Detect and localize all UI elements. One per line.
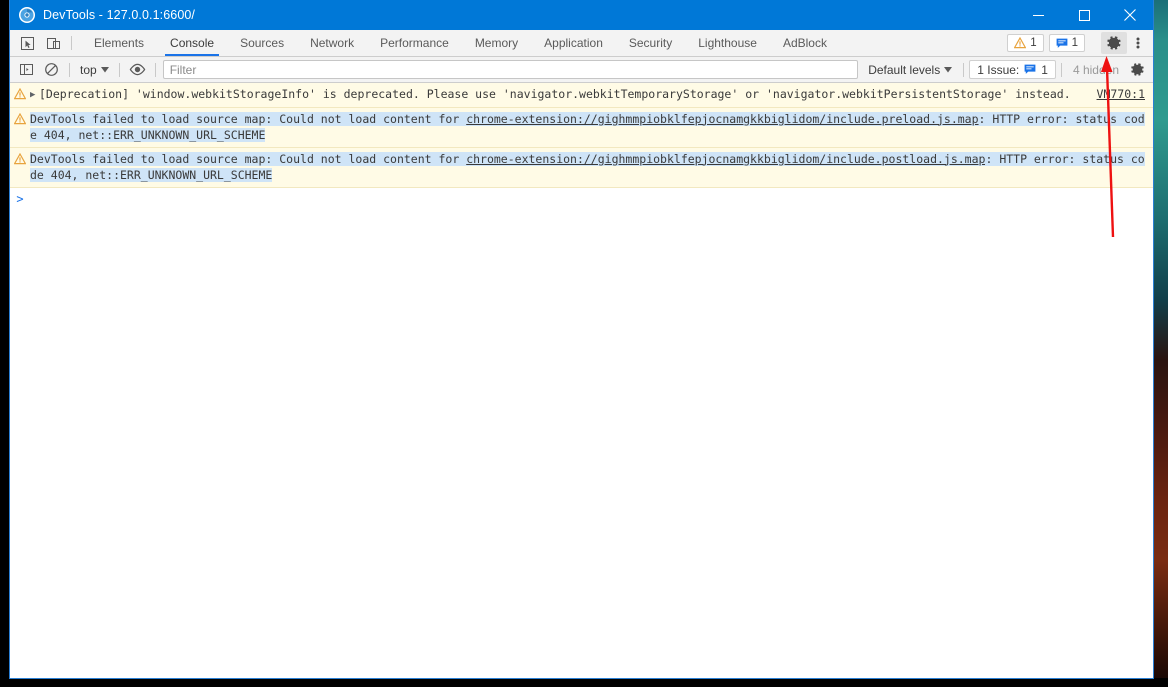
window-titlebar: DevTools - 127.0.0.1:6600/ xyxy=(10,0,1153,30)
window-controls xyxy=(1015,0,1153,30)
tab-security[interactable]: Security xyxy=(616,30,685,56)
message-part-text: DevTools failed to load source map: Coul… xyxy=(30,111,467,126)
tab-lighthouse[interactable]: Lighthouse xyxy=(685,30,770,56)
console-sidebar-icon[interactable] xyxy=(14,59,39,81)
tab-application[interactable]: Application xyxy=(531,30,616,56)
tab-label: Sources xyxy=(240,36,285,50)
chevron-down-icon xyxy=(100,66,109,73)
execution-context-selector[interactable]: top xyxy=(75,60,114,80)
console-prompt-row[interactable]: > xyxy=(10,187,1153,209)
console-filter-input[interactable] xyxy=(162,60,859,79)
message-source-link[interactable]: VM770:1 xyxy=(1097,87,1145,101)
tab-label: Elements xyxy=(94,36,145,50)
devtools-settings-gear-icon[interactable] xyxy=(1101,32,1127,54)
hidden-messages-count: 4 hidden xyxy=(1072,62,1119,77)
execution-context-label: top xyxy=(80,62,97,77)
tabbar-divider xyxy=(71,36,72,50)
live-expression-eye-icon[interactable] xyxy=(125,59,150,81)
close-button[interactable] xyxy=(1107,0,1153,30)
tab-label: Console xyxy=(170,36,215,50)
console-message-row[interactable]: DevTools failed to load source map: Coul… xyxy=(10,147,1153,188)
issues-label: 1 Issue: xyxy=(977,62,1020,77)
console-message-text: ▶ [Deprecation] 'window.webkitStorageInfo… xyxy=(30,86,1153,104)
tabbar-right-controls: 1 1 xyxy=(1007,30,1153,56)
warning-triangle-icon xyxy=(10,86,30,100)
tab-label: Application xyxy=(544,36,603,50)
tab-label: AdBlock xyxy=(782,36,827,50)
tab-list: Elements Console Sources Network Perform… xyxy=(81,30,840,56)
devtools-more-kebab-menu-icon[interactable] xyxy=(1127,32,1149,54)
issues-count: 1 xyxy=(1041,62,1048,77)
console-message-row[interactable]: ▶ [Deprecation] 'window.webkitStorageInfo… xyxy=(10,83,1153,108)
tab-label: Security xyxy=(628,36,673,50)
tab-label: Performance xyxy=(380,36,449,50)
inspect-element-icon[interactable] xyxy=(14,30,40,56)
tab-memory[interactable]: Memory xyxy=(462,30,531,56)
minimize-button[interactable] xyxy=(1015,0,1061,30)
tab-label: Memory xyxy=(474,36,519,50)
warning-triangle-icon xyxy=(10,151,30,165)
message-part-text: [Deprecation] 'window.webkitStorageInfo'… xyxy=(39,87,1071,101)
tab-label: Network xyxy=(310,36,355,50)
console-toolbar-divider-4 xyxy=(963,62,965,77)
devtools-logo-icon xyxy=(19,7,35,23)
device-toolbar-icon[interactable] xyxy=(40,30,66,56)
tab-performance[interactable]: Performance xyxy=(367,30,462,56)
warning-triangle-icon xyxy=(1014,37,1027,49)
window-title: DevTools - 127.0.0.1:6600/ xyxy=(43,8,196,22)
log-levels-selector[interactable]: Default levels xyxy=(862,60,958,80)
tab-console[interactable]: Console xyxy=(157,30,227,56)
message-part-text: DevTools failed to load source map: Coul… xyxy=(30,151,467,166)
message-bubble-icon xyxy=(1056,38,1068,49)
devtools-window: DevTools - 127.0.0.1:6600/ Elements Cons… xyxy=(9,0,1154,679)
tab-adblock[interactable]: AdBlock xyxy=(770,30,840,56)
message-part-link[interactable]: chrome-extension://gighmmpiobklfepjocnam… xyxy=(466,151,986,166)
console-settings-gear-icon[interactable] xyxy=(1125,59,1149,81)
chevron-down-icon xyxy=(944,66,953,73)
console-toolbar-divider-5 xyxy=(1060,62,1062,77)
message-count: 1 xyxy=(1071,37,1078,49)
console-prompt-caret-icon: > xyxy=(16,191,24,206)
console-message-text: DevTools failed to load source map: Coul… xyxy=(30,111,1153,144)
desktop-bottom-edge xyxy=(0,678,1168,687)
message-part-link[interactable]: chrome-extension://gighmmpiobklfepjocnam… xyxy=(466,111,979,126)
warning-count-badge[interactable]: 1 xyxy=(1007,34,1044,52)
expand-triangle-icon[interactable]: ▶ xyxy=(30,87,39,104)
warning-triangle-icon xyxy=(10,111,30,125)
tab-sources[interactable]: Sources xyxy=(227,30,297,56)
warning-count: 1 xyxy=(1030,37,1037,49)
console-message-row[interactable]: DevTools failed to load source map: Coul… xyxy=(10,107,1153,148)
message-bubble-icon xyxy=(1024,64,1036,75)
console-toolbar-divider-3 xyxy=(154,62,156,77)
tab-elements[interactable]: Elements xyxy=(81,30,157,56)
console-message-text: DevTools failed to load source map: Coul… xyxy=(30,151,1153,184)
issues-button[interactable]: 1 Issue: 1 xyxy=(969,60,1056,79)
tab-label: Lighthouse xyxy=(698,36,757,50)
console-message-list[interactable]: ▶ [Deprecation] 'window.webkitStorageInfo… xyxy=(10,83,1153,678)
tab-network[interactable]: Network xyxy=(297,30,367,56)
console-toolbar-divider-2 xyxy=(118,62,120,77)
console-toolbar-divider-1 xyxy=(69,62,70,77)
devtools-tabbar: Elements Console Sources Network Perform… xyxy=(10,30,1153,57)
log-levels-label: Default levels xyxy=(868,62,941,77)
maximize-button[interactable] xyxy=(1061,0,1107,30)
clear-console-icon[interactable] xyxy=(39,59,64,81)
console-toolbar: top Default levels 1 Issue: xyxy=(10,57,1153,83)
message-count-badge[interactable]: 1 xyxy=(1048,34,1085,52)
